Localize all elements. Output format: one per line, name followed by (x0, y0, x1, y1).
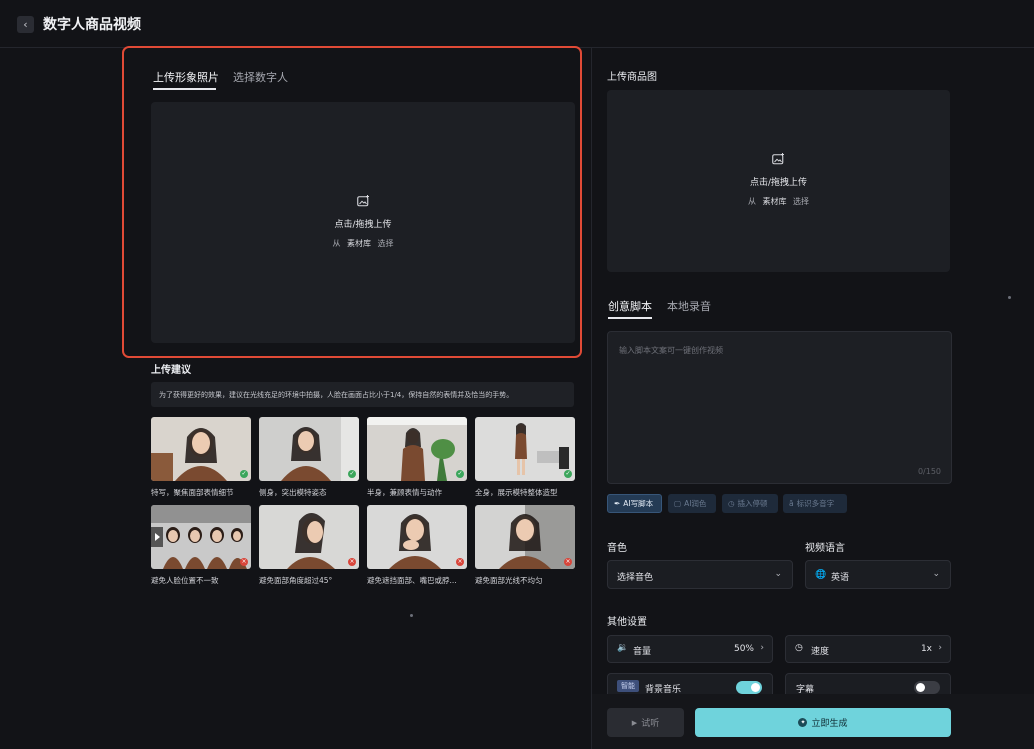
example-caption: 全身，展示模特整体造型 (475, 488, 558, 497)
speaker-icon: 🔉 (617, 643, 629, 653)
mark-polyphone-button[interactable]: ā 标识多音字 (783, 494, 847, 513)
page-title: 数字人商品视频 (43, 17, 141, 33)
back-icon[interactable]: ‹ (17, 16, 34, 33)
subtitle-toggle[interactable] (914, 681, 940, 694)
clock-icon: ◷ (728, 499, 735, 508)
tab-creative-script[interactable]: 创意脚本 (608, 298, 652, 314)
column-divider (591, 47, 592, 749)
text-icon: ā (789, 499, 794, 508)
active-tab-indicator (153, 88, 216, 90)
error-icon: × (348, 558, 356, 566)
check-icon: ✓ (564, 470, 572, 478)
image-upload-icon (356, 192, 370, 211)
example-photo: × (475, 505, 575, 569)
example-caption: 避免面部角度超过45° (259, 576, 333, 585)
volume-setting[interactable]: 🔉 音量 50% › (607, 635, 773, 663)
speed-icon: ◷ (795, 643, 803, 653)
dropzone-source: 从 素材库 选择 (151, 238, 575, 249)
example-photo: × (151, 505, 251, 569)
preview-button[interactable]: ▶ 试听 (607, 708, 684, 737)
chip-label: 标识多音字 (796, 499, 835, 508)
material-library-link[interactable]: 素材库 (763, 197, 787, 206)
generate-button[interactable]: ✦ 立即生成 (695, 708, 951, 737)
globe-icon: 🌐 (815, 570, 827, 580)
error-icon: × (564, 558, 572, 566)
choose-link[interactable]: 选择 (378, 239, 394, 248)
advice-tip-box: 为了获得更好的效果，建议在光线充足的环境中拍摄，人脸在画面占比小于1/4，保持自… (151, 382, 574, 407)
example-photo: ✓ (259, 417, 359, 481)
tab-local-recording[interactable]: 本地录音 (667, 298, 711, 314)
example-photo: ✓ (367, 417, 467, 481)
voice-value: 选择音色 (617, 573, 654, 583)
video-language-label: 视频语言 (805, 543, 845, 554)
portrait-upload-panel: 上传形象照片 选择数字人 点击/拖拽上传 从 素材库 选择 (122, 46, 582, 358)
example-caption: 避免面部光线不均匀 (475, 576, 543, 585)
ai-polish-button[interactable]: ▢ AI润色 (668, 494, 716, 513)
from-text: 从 (747, 197, 756, 206)
image-upload-icon (772, 150, 785, 169)
material-library-link[interactable]: 素材库 (347, 239, 371, 248)
dropzone-source: 从 素材库 选择 (607, 196, 950, 207)
char-counter: 0/150 (917, 467, 941, 476)
header-bar: ‹ 数字人商品视频 (0, 0, 1034, 48)
other-settings-title: 其他设置 (607, 617, 647, 628)
sparkle-icon: ✦ (798, 718, 808, 727)
check-icon: ✓ (240, 470, 248, 478)
preview-label: 试听 (641, 719, 660, 729)
dropzone-label: 点击/拖拽上传 (749, 178, 808, 188)
language-select[interactable]: 🌐 英语 ⌄ (805, 560, 951, 589)
speed-label: 速度 (811, 647, 830, 657)
chevron-down-icon: ⌄ (774, 569, 782, 579)
error-icon: × (456, 558, 464, 566)
error-icon: × (240, 558, 248, 566)
product-dropzone[interactable]: 点击/拖拽上传 从 素材库 选择 (607, 90, 950, 272)
example-caption: 避免遮挡面部、嘴巴或脖... (367, 576, 457, 585)
chevron-down-icon: ⌄ (932, 569, 940, 579)
tab-upload-photo[interactable]: 上传形象照片 (153, 69, 219, 85)
choose-link[interactable]: 选择 (793, 197, 809, 206)
from-text: 从 (332, 239, 341, 248)
document-icon: ▢ (674, 499, 682, 508)
wand-icon: ✒ (614, 499, 621, 508)
speed-value: 1x (920, 644, 932, 654)
generate-label: 立即生成 (811, 719, 848, 729)
chip-label: 插入停顿 (737, 499, 768, 508)
example-caption: 避免人脸位置不一致 (151, 576, 219, 585)
tab-select-avatar[interactable]: 选择数字人 (233, 69, 288, 85)
example-photo: × (367, 505, 467, 569)
check-icon: ✓ (456, 470, 464, 478)
active-tab-indicator (608, 317, 652, 319)
advice-tip-text: 为了获得更好的效果，建议在光线充足的环境中拍摄，人脸在画面占比小于1/4，保持自… (159, 391, 514, 399)
ai-write-script-button[interactable]: ✒ AI写脚本 (607, 494, 662, 513)
smart-badge: 智能 (617, 680, 639, 692)
product-upload-title: 上传商品图 (607, 72, 657, 83)
insert-pause-button[interactable]: ◷ 插入停顿 (722, 494, 778, 513)
bgm-toggle[interactable] (736, 681, 762, 694)
check-icon: ✓ (348, 470, 356, 478)
dropzone-label: 点击/拖拽上传 (334, 220, 392, 230)
example-caption: 半身，兼顾表情与动作 (367, 488, 442, 497)
photo-dropzone[interactable]: 点击/拖拽上传 从 素材库 选择 (151, 102, 575, 343)
volume-label: 音量 (633, 647, 652, 657)
chevron-right-icon: › (938, 643, 942, 653)
example-photo: ✓ (475, 417, 575, 481)
voice-label: 音色 (607, 543, 627, 554)
language-value: 英语 (831, 573, 850, 583)
advice-title: 上传建议 (151, 365, 191, 376)
chip-label: AI润色 (684, 499, 707, 508)
example-caption: 特写，聚焦面部表情细节 (151, 488, 234, 497)
chevron-right-icon: › (760, 643, 764, 653)
chip-label: AI写脚本 (623, 499, 654, 508)
play-icon: ▶ (631, 718, 638, 727)
speed-setting[interactable]: ◷ 速度 1x › (785, 635, 951, 663)
voice-select[interactable]: 选择音色 ⌄ (607, 560, 793, 589)
script-textarea[interactable]: 输入脚本文案可一键创作视频 0/150 (607, 331, 952, 484)
star-dot (1008, 296, 1011, 299)
volume-value: 50% (733, 644, 754, 654)
star-dot (410, 614, 413, 617)
example-photo: ✓ (151, 417, 251, 481)
example-caption: 侧身，突出模特姿态 (259, 488, 327, 497)
script-placeholder: 输入脚本文案可一键创作视频 (619, 346, 723, 355)
example-photo: × (259, 505, 359, 569)
